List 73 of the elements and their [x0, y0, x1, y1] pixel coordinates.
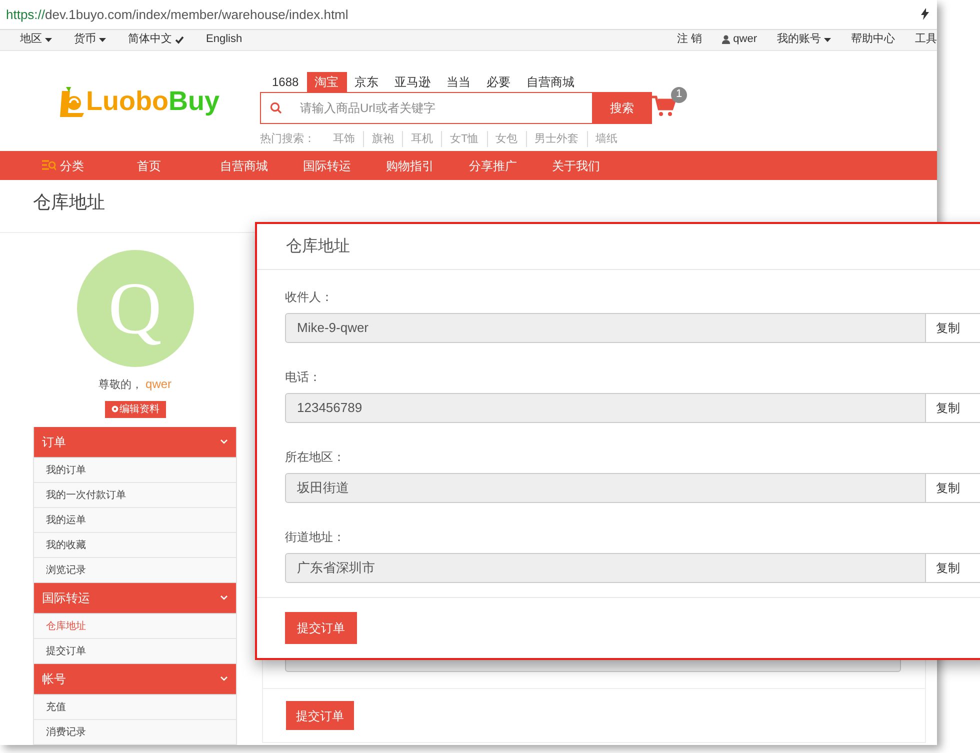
caret-icon: [824, 38, 831, 42]
menu-group-header[interactable]: 帐号: [34, 664, 236, 695]
read-only-field[interactable]: 广东省深圳市: [285, 553, 926, 583]
field-label: 收件人：: [285, 289, 334, 305]
caret-icon: [45, 38, 52, 42]
nav-link[interactable]: 自营商城: [220, 156, 303, 175]
caret-icon: [99, 38, 106, 42]
field-label: 街道地址：: [285, 529, 346, 545]
top-bar-link[interactable]: qwer: [722, 31, 757, 48]
read-only-field[interactable]: 123456789: [285, 393, 926, 423]
cart-count-badge: 1: [671, 86, 687, 103]
menu-item[interactable]: 提交订单: [34, 638, 236, 664]
submit-order-button[interactable]: 提交订单: [286, 701, 354, 730]
submit-order-button[interactable]: 提交订单: [285, 612, 357, 644]
check-icon: [175, 36, 184, 44]
menu-item[interactable]: 我的一次付款订单: [34, 482, 236, 508]
top-bar-link[interactable]: English: [206, 31, 242, 48]
copy-button[interactable]: 复制: [926, 393, 980, 423]
menu-item[interactable]: 我的运单: [34, 508, 236, 533]
search-button[interactable]: 搜索: [592, 92, 652, 124]
menu-item[interactable]: 我的订单: [34, 458, 236, 483]
hot-search-label: 热门搜索：: [260, 132, 315, 147]
address-bar[interactable]: https://dev.1buyo.com/index/member/warehouse/index.html: [6, 4, 921, 24]
field-label: 所在地区：: [285, 449, 346, 465]
nav-link[interactable]: 分类: [42, 156, 137, 175]
search-tab[interactable]: 亚马逊: [386, 72, 439, 92]
menu-item[interactable]: 充值: [34, 694, 236, 720]
greeting-text: 尊敬的， qwer: [98, 376, 172, 394]
search-tab[interactable]: 淘宝: [306, 72, 347, 92]
top-bar-link[interactable]: 帮助中心: [851, 31, 895, 48]
menu-group-header[interactable]: 国际转运: [34, 582, 236, 614]
user-icon: [722, 35, 730, 44]
nav-link[interactable]: 国际转运: [303, 156, 386, 175]
search-icon: [270, 102, 282, 114]
menu-item[interactable]: 仓库地址: [34, 614, 236, 639]
read-only-field[interactable]: 坂田街道: [285, 473, 926, 503]
cart-icon[interactable]: [652, 94, 676, 117]
search-field[interactable]: 请输入商品Url或者关键字 搜索: [260, 92, 652, 124]
search-tab[interactable]: 1688: [264, 72, 307, 92]
top-bar-link[interactable]: 工具: [915, 31, 937, 48]
menu-group-header[interactable]: 订单: [34, 426, 236, 458]
search-tab[interactable]: 自营商城: [518, 72, 583, 92]
top-bar-link[interactable]: 注 销: [677, 31, 702, 48]
nav-link[interactable]: 关于我们: [552, 156, 635, 175]
chevron-down-icon: [220, 676, 228, 682]
search-tab[interactable]: 京东: [346, 72, 387, 92]
search-tab[interactable]: 必要: [478, 72, 519, 92]
menu-item[interactable]: 我的收藏: [34, 532, 236, 558]
field-label: 电话：: [285, 369, 322, 385]
avatar: Q: [76, 250, 194, 368]
read-only-field[interactable]: Mike-9-qwer: [285, 313, 926, 343]
top-bar-link[interactable]: 货币: [74, 31, 106, 48]
carrot-logo-icon: [60, 86, 86, 117]
nav-link[interactable]: 购物指引: [386, 156, 469, 175]
copy-button[interactable]: 复制: [926, 473, 980, 503]
edit-profile-button[interactable]: 编辑资料: [104, 400, 166, 418]
chevron-down-icon: [220, 595, 228, 600]
nav-link[interactable]: 分享推广: [469, 156, 552, 175]
gear-icon: [110, 405, 118, 414]
top-bar-link[interactable]: 我的账号: [777, 31, 831, 48]
nav-link[interactable]: 首页: [137, 156, 220, 175]
page-title: 仓库地址: [33, 190, 105, 214]
chevron-down-icon: [220, 439, 228, 444]
panel-title: 仓库地址: [286, 236, 350, 256]
copy-button[interactable]: 复制: [926, 313, 980, 343]
category-icon: [42, 160, 56, 172]
menu-item[interactable]: 消费记录: [34, 720, 236, 745]
search-tab[interactable]: 当当: [438, 72, 479, 92]
lightning-icon[interactable]: [921, 8, 929, 20]
menu-item[interactable]: 浏览记录: [34, 558, 236, 583]
copy-button[interactable]: 复制: [926, 553, 980, 583]
top-bar-link[interactable]: 简体中文: [128, 31, 184, 48]
top-bar-link[interactable]: 地区: [20, 31, 52, 48]
